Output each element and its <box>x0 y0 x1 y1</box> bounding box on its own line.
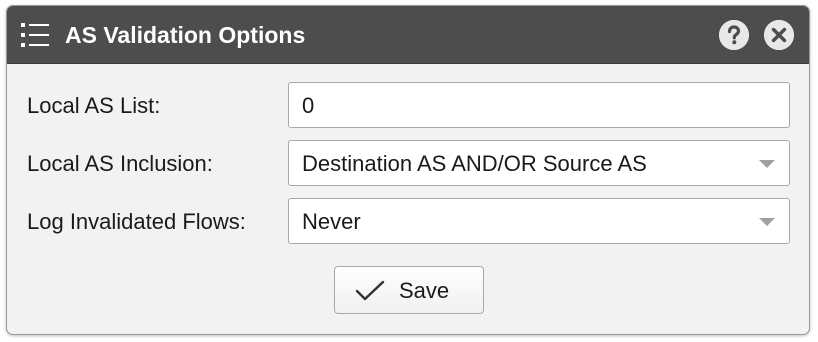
local-as-inclusion-value: Destination AS AND/OR Source AS <box>302 151 647 176</box>
close-icon[interactable] <box>764 20 794 50</box>
log-invalidated-flows-label: Log Invalidated Flows: <box>27 209 246 234</box>
save-button[interactable]: Save <box>334 266 484 314</box>
chevron-down-icon <box>759 218 775 226</box>
chevron-down-icon <box>759 160 775 168</box>
list-menu-icon[interactable] <box>21 22 51 48</box>
question-mark-icon[interactable] <box>719 20 749 50</box>
local-as-list-value: 0 <box>302 93 315 118</box>
log-invalidated-flows-select[interactable]: Never <box>288 198 790 244</box>
log-invalidated-flows-value: Never <box>302 209 361 234</box>
dialog-titlebar: AS Validation Options <box>7 6 809 64</box>
local-as-inclusion-label: Local AS Inclusion: <box>27 151 213 176</box>
local-as-list-label: Local AS List: <box>27 93 161 118</box>
dialog-title: AS Validation Options <box>65 22 306 48</box>
local-as-list-input[interactable]: 0 <box>288 82 790 128</box>
local-as-inclusion-select[interactable]: Destination AS AND/OR Source AS <box>288 140 790 186</box>
save-button-label: Save <box>399 278 450 303</box>
checkmark-icon <box>355 279 385 303</box>
as-validation-options-dialog: AS Validation Options Local AS List: 0 L… <box>6 5 810 335</box>
